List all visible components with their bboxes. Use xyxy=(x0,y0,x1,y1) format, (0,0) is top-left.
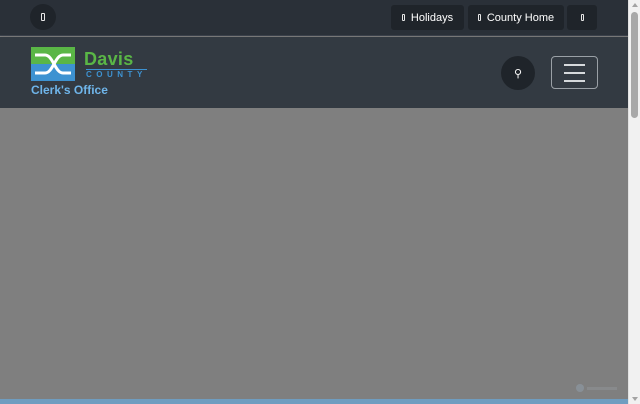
modal-overlay xyxy=(0,108,628,399)
davis-county-logo-icon[interactable] xyxy=(31,47,75,81)
logo-wordmark[interactable]: Davis xyxy=(84,49,134,70)
site-header: Davis COUNTY Clerk's Office ⚲ xyxy=(0,37,628,108)
scroll-thumb[interactable] xyxy=(631,12,638,118)
search-icon: ⚲ xyxy=(513,66,523,80)
holidays-label: Holidays xyxy=(410,11,454,24)
top-utility-bar: Holidays County Home xyxy=(0,0,628,36)
translate-icon xyxy=(41,13,45,21)
accessibility-button[interactable] xyxy=(567,5,597,30)
holidays-button[interactable]: Holidays xyxy=(391,5,464,30)
language-button[interactable] xyxy=(30,4,56,30)
hamburger-menu-icon xyxy=(564,63,585,66)
county-home-button[interactable]: County Home xyxy=(468,5,564,30)
badge-bar xyxy=(587,386,617,390)
accessibility-icon xyxy=(580,14,584,21)
page-scrollbar[interactable] xyxy=(628,0,640,404)
logo-subtext: COUNTY xyxy=(86,69,147,79)
footer-strip xyxy=(0,399,628,404)
scroll-up-icon[interactable] xyxy=(632,3,638,7)
calendar-icon xyxy=(401,14,405,21)
recaptcha-badge xyxy=(576,382,626,394)
hamburger-line xyxy=(564,71,585,74)
site-title[interactable]: Clerk's Office xyxy=(31,83,108,97)
scroll-down-icon[interactable] xyxy=(632,397,638,401)
menu-toggle-button[interactable] xyxy=(551,56,598,89)
search-button[interactable]: ⚲ xyxy=(501,56,535,90)
recaptcha-icon xyxy=(576,384,584,392)
hamburger-line xyxy=(564,79,585,82)
home-icon xyxy=(477,14,481,21)
county-home-label: County Home xyxy=(486,11,555,24)
